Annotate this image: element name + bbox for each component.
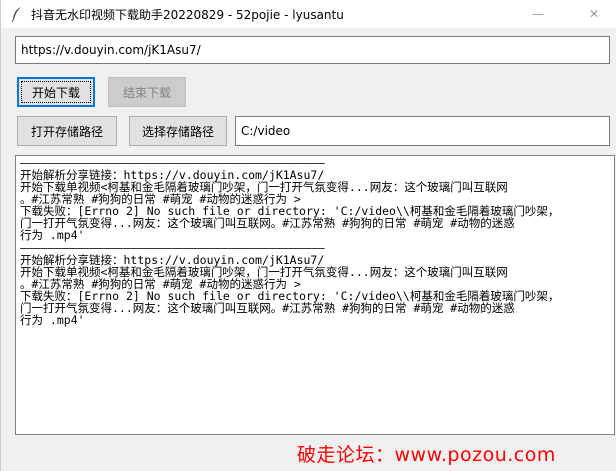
focus-ring [21, 81, 91, 103]
minimize-button[interactable]: — [515, 0, 561, 28]
watermark-text: 破走论坛：www.pozou.com [297, 444, 556, 466]
open-storage-path-button[interactable]: 打开存储路径 [17, 116, 117, 146]
choose-storage-path-button[interactable]: 选择存储路径 [129, 116, 227, 146]
url-input[interactable] [15, 36, 610, 64]
stop-download-label: 结束下载 [122, 85, 171, 100]
start-download-button[interactable]: 开始下载 [17, 77, 95, 107]
close-button[interactable]: ✕ [571, 0, 616, 28]
log-output[interactable]: ————————————————————————————————————————… [15, 155, 615, 435]
feather-icon [10, 6, 24, 23]
choose-storage-path-label: 选择存储路径 [141, 124, 214, 139]
log-line: 门一打开气氛变得...网友：这个玻璃门叫互联网。#江苏常熟 #狗狗的日常 #萌宠… [20, 216, 515, 230]
title-bar[interactable]: 抖音无水印视频下载助手20220829 - 52pojie - lyusantu… [1, 0, 616, 28]
stop-download-button[interactable]: 结束下载 [108, 77, 186, 107]
storage-path-input[interactable] [235, 116, 610, 146]
window-title: 抖音无水印视频下载助手20220829 - 52pojie - lyusantu [31, 8, 344, 22]
log-line: 行为 .mp4' [20, 313, 85, 327]
open-storage-path-label: 打开存储路径 [30, 124, 103, 139]
app-window: 抖音无水印视频下载助手20220829 - 52pojie - lyusantu… [0, 0, 616, 471]
log-line: 门一打开气氛变得...网友：这个玻璃门叫互联网。#江苏常熟 #狗狗的日常 #萌宠… [20, 301, 515, 315]
log-line: 行为 .mp4' [20, 228, 85, 242]
